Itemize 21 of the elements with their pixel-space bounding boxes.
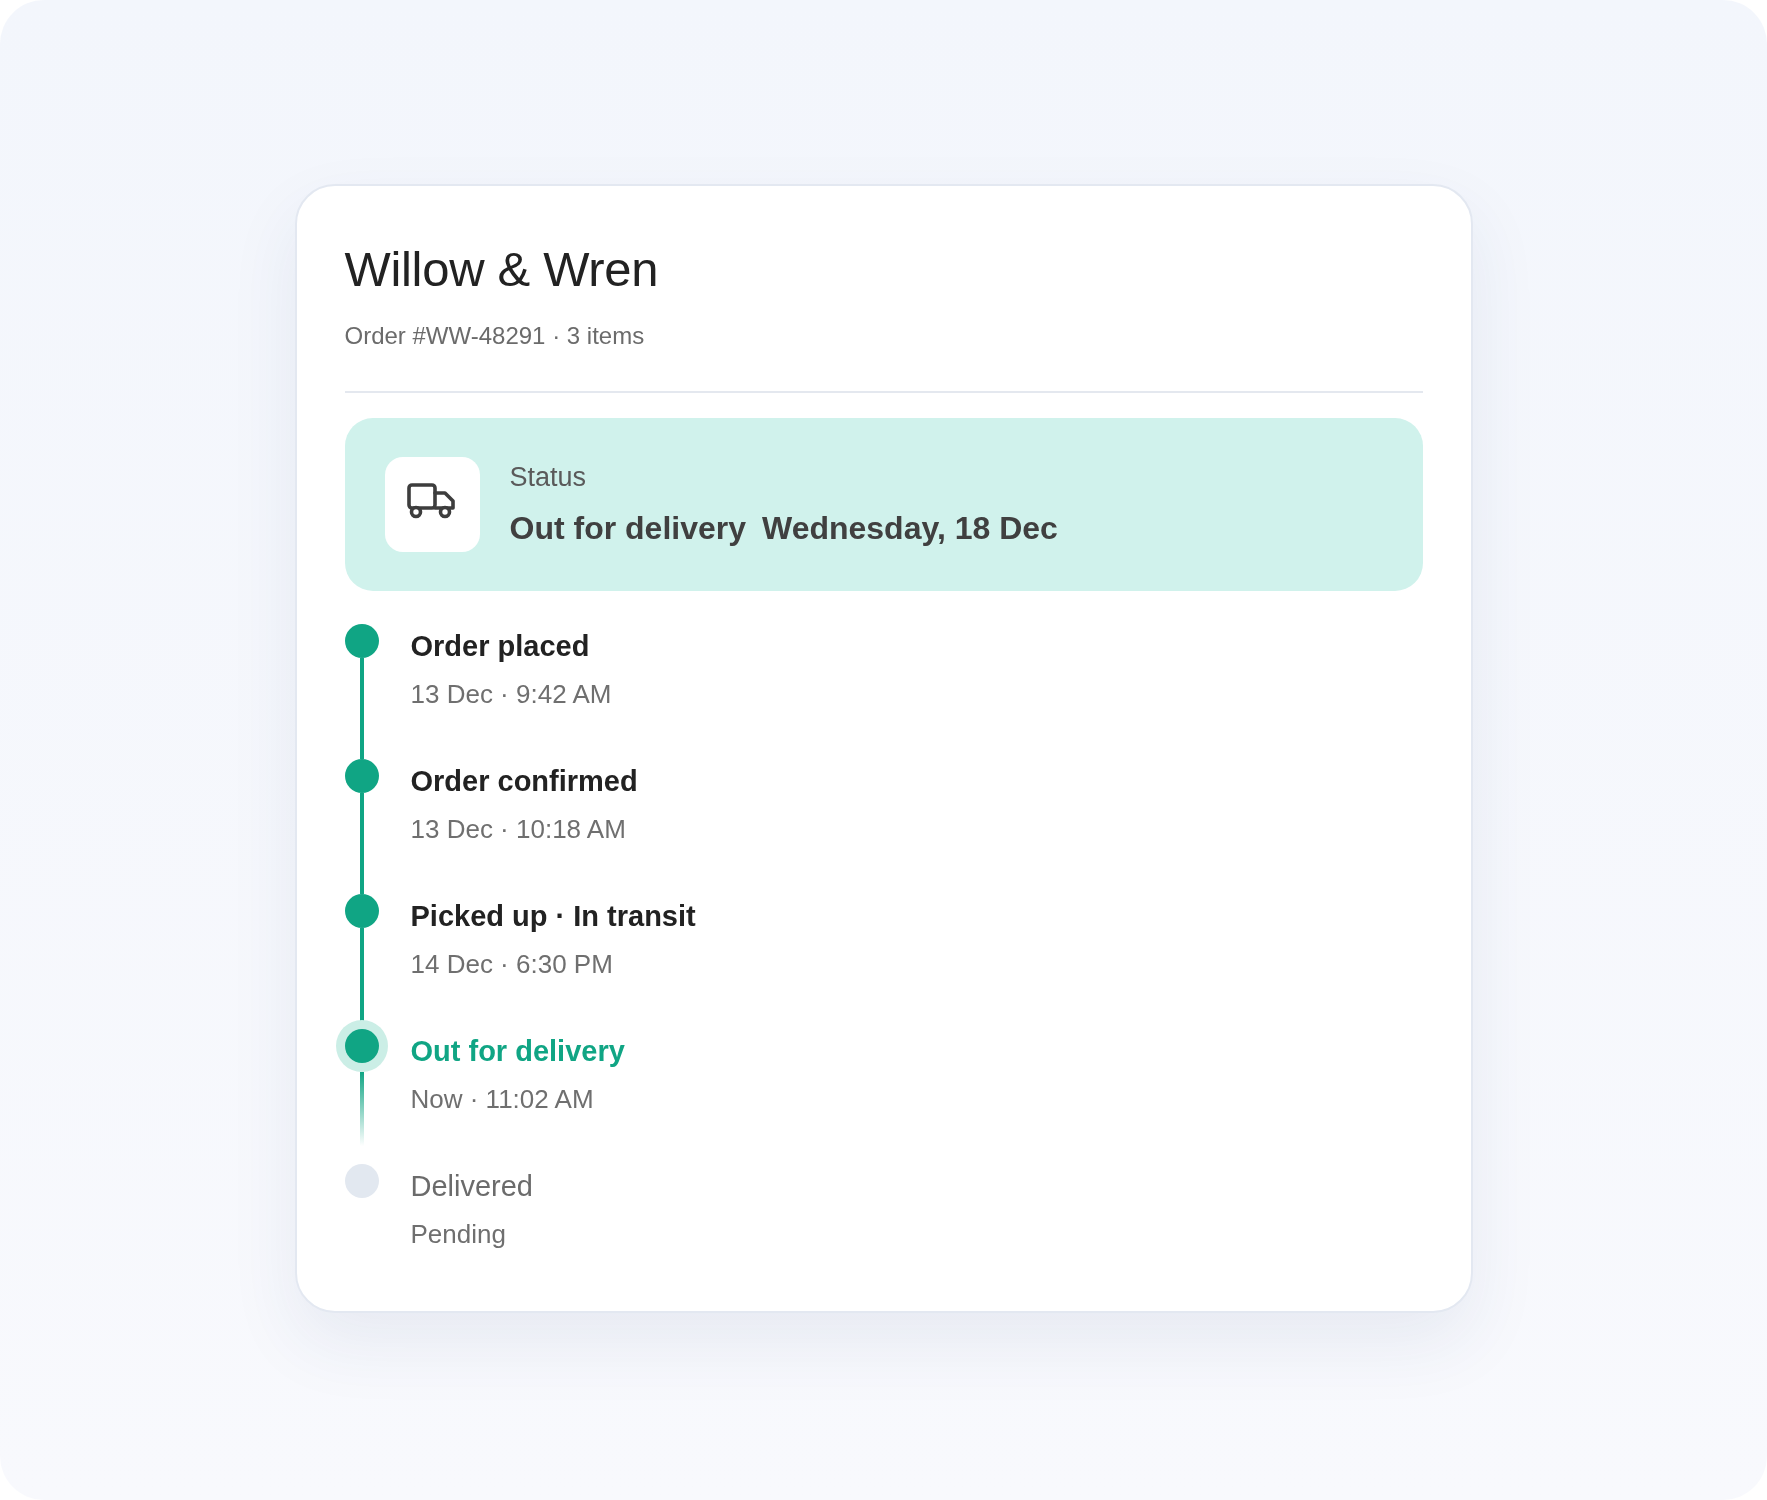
step-title: Delivered <box>410 1169 533 1204</box>
step-title: Order confirmed <box>410 764 638 799</box>
store-name: Willow & Wren <box>344 241 659 298</box>
timeline-dot <box>344 624 379 658</box>
status-text: Out for delivery <box>509 509 746 548</box>
step-time: Pending <box>410 1218 506 1250</box>
timeline-dot <box>344 1164 379 1198</box>
step-time: 13 Dec · 10:18 AM <box>410 813 626 845</box>
step-title: Out for delivery <box>410 1034 625 1069</box>
truck-icon <box>384 457 480 552</box>
step-title: Order placed <box>410 629 590 664</box>
order-summary: Order #WW-48291 · 3 items <box>344 321 645 351</box>
timeline-dot <box>344 759 379 793</box>
step-time: 13 Dec · 9:42 AM <box>410 678 612 710</box>
step-time: Now · 11:02 AM <box>410 1083 594 1115</box>
step-time: 14 Dec · 6:30 PM <box>410 948 613 980</box>
timeline-dot <box>344 894 379 928</box>
delivery-date: Wednesday, 18 Dec <box>762 509 1058 548</box>
status-label: Status <box>509 461 587 493</box>
timeline-dot <box>335 1020 388 1072</box>
step-title: Picked up · In transit <box>410 899 696 934</box>
